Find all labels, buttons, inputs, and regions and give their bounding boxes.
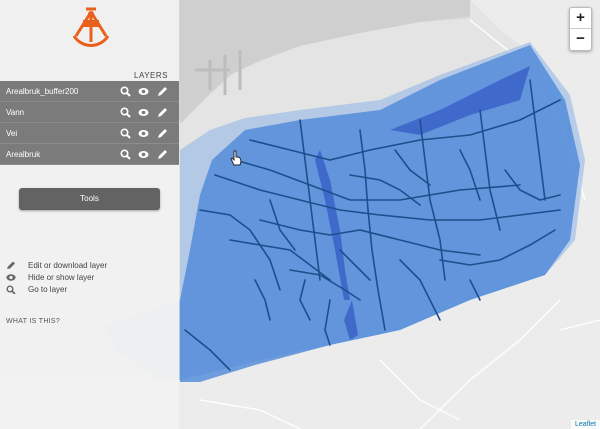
layer-row-arealbruk[interactable]: Arealbruk [0,144,179,165]
layer-row-vann[interactable]: Vann [0,102,179,123]
search-icon [6,285,16,295]
what-is-this-link[interactable]: WHAT IS THIS? [6,318,60,325]
search-icon[interactable] [120,128,131,139]
pencil-icon[interactable] [157,86,168,97]
eye-icon [6,273,16,282]
layer-row-arealbruk-buffer200[interactable]: Arealbruk_buffer200 [0,81,179,102]
pencil-icon [6,261,16,270]
legend-label: Hide or show layer [28,273,95,282]
legend: Edit or download layer Hide or show laye… [6,260,171,296]
tools-button[interactable]: Tools [19,188,160,210]
eye-icon[interactable] [138,107,149,118]
layer-name: Vei [6,129,18,138]
search-icon[interactable] [120,86,131,97]
pencil-icon[interactable] [157,128,168,139]
search-icon[interactable] [120,107,131,118]
search-icon[interactable] [120,149,131,160]
legend-row-edit: Edit or download layer [6,260,171,271]
pencil-icon[interactable] [157,149,168,160]
legend-row-go-to: Go to layer [6,284,171,295]
legend-row-hide-show: Hide or show layer [6,272,171,283]
eye-icon[interactable] [138,86,149,97]
zoom-out-button[interactable]: − [570,29,591,50]
sidebar: LAYERS Arealbruk_buffer200 Vann Vei Area… [0,0,179,429]
zoom-in-button[interactable]: + [570,8,591,29]
attribution-link[interactable]: Leaflet [570,420,600,429]
layer-name: Arealbruk_buffer200 [6,87,79,96]
layer-name: Arealbruk [6,150,41,159]
layers-title: LAYERS [134,71,168,80]
layer-name: Vann [6,108,25,117]
zoom-control: + − [569,7,592,51]
eye-icon[interactable] [138,128,149,139]
layer-list: Arealbruk_buffer200 Vann Vei Arealbruk [0,81,179,165]
hand-cursor-icon [230,150,242,166]
sextant-icon [66,6,116,51]
eye-icon[interactable] [138,149,149,160]
legend-label: Edit or download layer [28,261,108,270]
layer-row-vei[interactable]: Vei [0,123,179,144]
pencil-icon[interactable] [157,107,168,118]
legend-label: Go to layer [28,285,68,294]
